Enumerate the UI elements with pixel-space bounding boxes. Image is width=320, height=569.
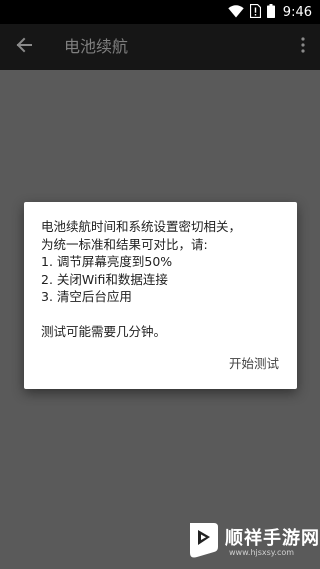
watermark-logo-icon [183, 520, 221, 560]
arrow-back-icon [16, 37, 32, 57]
status-bar: 9:46 [0, 0, 320, 24]
dialog-line: 电池续航时间和系统设置密切相关， [41, 219, 242, 234]
back-button[interactable] [10, 33, 38, 61]
wifi-icon [228, 3, 244, 22]
app-bar: 电池续航 [0, 24, 320, 70]
overflow-menu-icon [301, 37, 305, 57]
battery-test-dialog: 电池续航时间和系统设置密切相关， 为统一标准和结果可对比，请: 1. 调节屏幕亮… [24, 202, 297, 389]
status-time: 9:46 [282, 4, 312, 20]
start-test-button[interactable]: 开始测试 [229, 353, 279, 372]
watermark: 顺祥手游网 www.hjsxsy.com [183, 520, 320, 566]
page-title: 电池续航 [64, 37, 129, 56]
status-icons: 9:46 [228, 0, 312, 24]
dialog-spacer [41, 306, 286, 324]
sim-no-service-icon [249, 3, 261, 22]
dialog-message: 电池续航时间和系统设置密切相关， 为统一标准和结果可对比，请: 1. 调节屏幕亮… [41, 218, 286, 341]
battery-icon [266, 3, 275, 22]
watermark-text: 顺祥手游网 [225, 528, 320, 549]
dialog-note: 测试可能需要几分钟。 [41, 324, 167, 339]
dialog-step: 3. 清空后台应用 [41, 289, 132, 304]
dialog-step: 1. 调节屏幕亮度到50% [41, 254, 173, 269]
dialog-step: 2. 关闭Wifi和数据连接 [41, 271, 168, 287]
dialog-line: 为统一标准和结果可对比，请: [41, 236, 208, 252]
overflow-menu-button[interactable] [298, 37, 308, 57]
watermark-url: www.hjsxsy.com [229, 548, 295, 557]
